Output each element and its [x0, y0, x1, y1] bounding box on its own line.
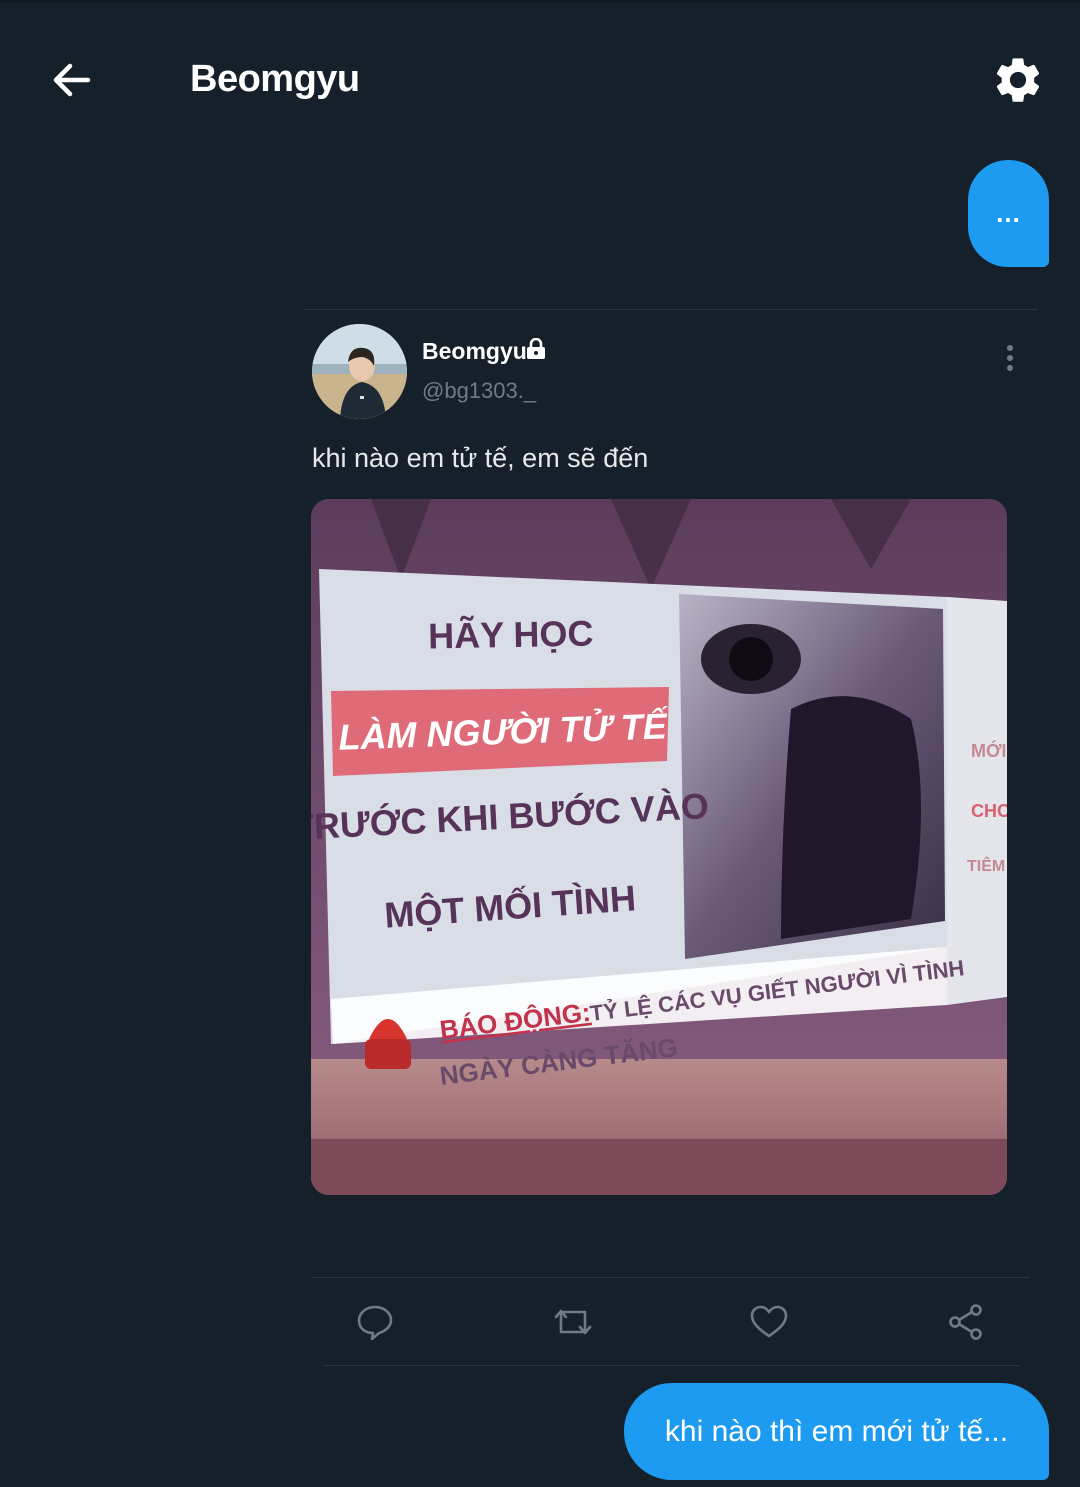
retweet-button[interactable] — [551, 1300, 595, 1344]
author-handle[interactable]: @bg1303._ — [422, 378, 536, 404]
reply-icon — [357, 1305, 393, 1341]
sent-message-bubble[interactable]: khi nào thì em mới tử tế... — [624, 1383, 1049, 1480]
conversation-header: Beomgyu — [0, 0, 1080, 150]
lock-icon — [527, 338, 545, 359]
dm-conversation-screen: Beomgyu ... Beomgyu @bg1303._ khi nào em… — [0, 0, 1080, 1487]
gear-icon — [996, 58, 1040, 102]
back-button[interactable] — [40, 48, 104, 112]
banner-photo: HÃY HỌC LÀM NGƯỜI TỬ TẾ TRƯỚC KHI BƯỚC V… — [311, 499, 1007, 1195]
avatar[interactable] — [312, 324, 407, 419]
share-icon — [949, 1304, 982, 1340]
retweet-icon — [554, 1309, 592, 1335]
side-banner-text-1: MỚI N — [971, 740, 1007, 761]
banner-text-line1: HÃY HỌC — [428, 612, 594, 657]
avatar-photo — [312, 324, 407, 419]
message-text: khi nào thì em mới tử tế... — [664, 1414, 1009, 1448]
arrow-left-icon — [53, 63, 91, 97]
typing-indicator-bubble: ... — [968, 160, 1049, 267]
tweet-image[interactable]: HÃY HỌC LÀM NGƯỜI TỬ TẾ TRƯỚC KHI BƯỚC V… — [311, 499, 1007, 1195]
like-icon — [750, 1305, 788, 1338]
reply-button[interactable] — [353, 1300, 397, 1344]
tweet-text: khi nào em tử tế, em sẽ đến — [312, 443, 649, 473]
actions-divider — [311, 1277, 1030, 1278]
conversation-title: Beomgyu — [190, 58, 360, 100]
side-banner-text-2: CHO I — [971, 801, 1007, 821]
shared-tweet-card[interactable]: Beomgyu @bg1303._ khi nào em tử tế, em s… — [303, 309, 1038, 1367]
more-vertical-icon — [1007, 345, 1013, 371]
side-banner-text-3: TIÊM P — [967, 856, 1007, 875]
card-bottom-divider — [323, 1365, 1020, 1366]
typing-dots: ... — [996, 198, 1021, 228]
more-options-button[interactable] — [998, 340, 1022, 376]
author-name[interactable]: Beomgyu — [422, 338, 527, 365]
settings-button[interactable] — [986, 48, 1050, 112]
like-button[interactable] — [747, 1300, 791, 1344]
share-button[interactable] — [944, 1300, 988, 1344]
